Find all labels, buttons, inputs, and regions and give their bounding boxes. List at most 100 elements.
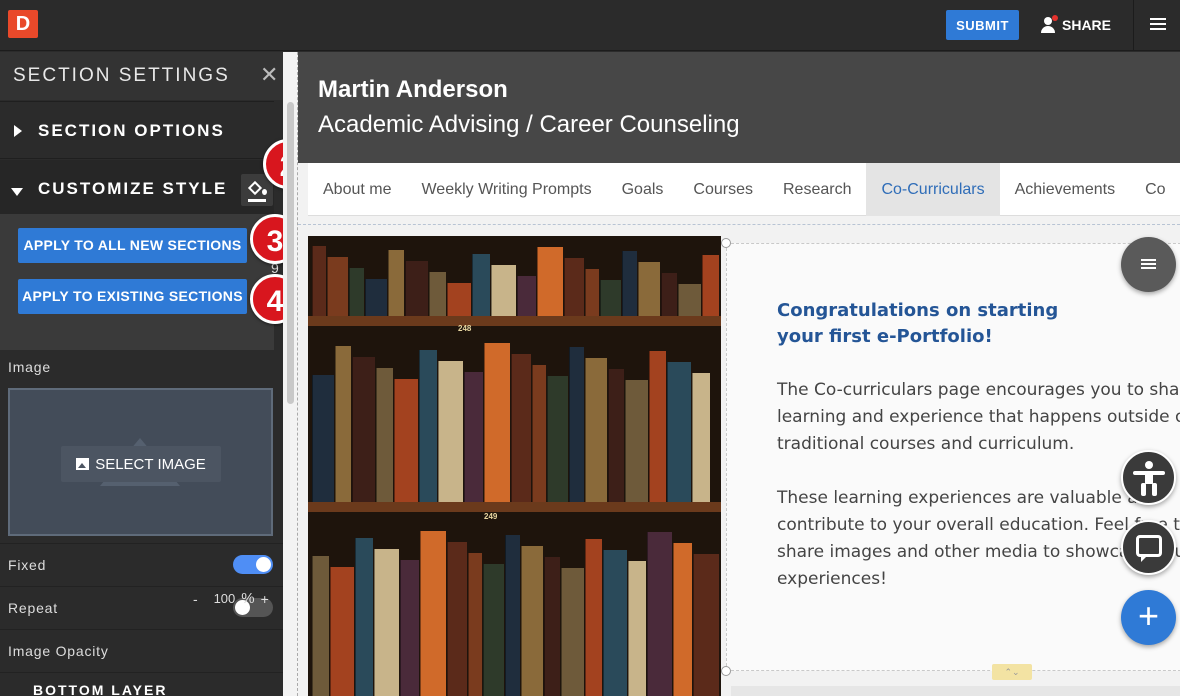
book-spine	[547, 376, 568, 502]
book-spine	[517, 276, 536, 316]
book-spine	[564, 258, 584, 316]
tab-weekly-writing-prompts[interactable]: Weekly Writing Prompts	[406, 163, 606, 216]
shelf	[308, 502, 721, 512]
book-spine	[352, 357, 375, 502]
book-spine	[647, 532, 672, 696]
opacity-unit: %	[241, 590, 255, 607]
book-spine	[667, 362, 691, 502]
book-spine	[673, 543, 692, 696]
panel-scrollbar[interactable]	[283, 52, 298, 696]
book-spine	[349, 268, 364, 316]
section-menu-button[interactable]	[1121, 237, 1176, 292]
book-spine	[355, 538, 373, 696]
book-spine	[312, 556, 329, 696]
intro-paragraph: The Co-curriculars page encourages you t…	[777, 380, 1180, 454]
image-label: Image	[8, 359, 51, 375]
portfolio-canvas: Martin Anderson Academic Advising / Care…	[298, 52, 1180, 696]
book-spine	[521, 546, 543, 696]
caret-down-icon	[11, 188, 23, 196]
image-icon	[76, 458, 90, 470]
bookshelf-photo[interactable]: 248 249	[308, 236, 721, 696]
book-spine	[491, 265, 516, 316]
details-paragraph: These learning experiences are valuable …	[777, 488, 1180, 589]
book-spine	[464, 372, 483, 502]
app-logo[interactable]: D	[8, 10, 38, 38]
book-spine	[374, 549, 399, 696]
next-section-edge	[731, 686, 1180, 696]
accessibility-button[interactable]	[1121, 450, 1176, 505]
book-spine	[394, 379, 418, 502]
share-button[interactable]: SHARE	[1040, 13, 1111, 37]
shelf-label-248: 248	[458, 324, 472, 333]
book-spine	[505, 535, 520, 696]
book-spine	[537, 247, 563, 316]
chat-bubble-icon	[1136, 535, 1162, 562]
scrollbar-thumb[interactable]	[287, 102, 294, 404]
book-spine	[376, 368, 393, 502]
book-spine	[649, 351, 666, 502]
section-options-toggle[interactable]: SECTION OPTIONS	[0, 101, 274, 159]
tab-goals[interactable]: Goals	[607, 163, 679, 216]
book-spine	[388, 250, 404, 316]
apply-to-all-new-sections-button[interactable]: APPLY TO ALL NEW SECTIONS	[18, 228, 247, 263]
book-spine	[330, 567, 354, 696]
section-options-label: SECTION OPTIONS	[38, 121, 225, 140]
resize-handle[interactable]	[721, 238, 731, 248]
apply-style-box: APPLY TO ALL NEW SECTIONS APPLY TO EXIST…	[0, 214, 274, 350]
resize-handle[interactable]	[721, 666, 731, 676]
book-spine	[561, 568, 584, 696]
tab-research[interactable]: Research	[768, 163, 866, 216]
share-label: SHARE	[1062, 17, 1112, 33]
opacity-decrease-button[interactable]: -	[193, 591, 198, 607]
book-spine	[327, 257, 348, 316]
book-spine	[365, 279, 387, 316]
chat-button[interactable]	[1121, 520, 1176, 575]
book-spine	[585, 358, 607, 502]
book-spine	[603, 550, 627, 696]
tab-co[interactable]: Co	[1130, 163, 1180, 216]
book-spine	[628, 561, 646, 696]
select-image-button[interactable]: SELECT IMAGE	[61, 446, 221, 482]
tab-about-me[interactable]: About me	[308, 163, 406, 216]
tab-co-curriculars[interactable]: Co-Curriculars	[866, 163, 1000, 216]
book-spine	[532, 365, 546, 502]
tab-courses[interactable]: Courses	[678, 163, 768, 216]
hamburger-menu-icon[interactable]	[1150, 18, 1166, 32]
section-drag-handle[interactable]: ⌃⌄	[992, 664, 1032, 680]
opacity-value[interactable]: 100	[214, 591, 236, 606]
book-spine	[472, 254, 490, 316]
customize-style-toggle[interactable]: CUSTOMIZE STYLE	[0, 160, 274, 214]
customize-style-label: CUSTOMIZE STYLE	[38, 179, 228, 198]
book-spine	[420, 531, 446, 696]
repeat-label: Repeat	[8, 600, 58, 616]
book-spine	[483, 564, 504, 696]
book-spine	[312, 375, 334, 502]
book-spine	[429, 272, 446, 316]
book-spine	[447, 283, 471, 316]
book-spine	[693, 554, 719, 696]
apply-to-existing-sections-button[interactable]: APPLY TO EXISTING SECTIONS	[18, 279, 247, 314]
welcome-heading: Congratulations on starting your first e…	[777, 300, 1059, 347]
add-section-button[interactable]: +	[1121, 590, 1176, 645]
book-spine	[335, 346, 351, 502]
shelf-label-249: 249	[484, 512, 498, 521]
book-spine	[447, 542, 467, 696]
panel-title: SECTION SETTINGS	[13, 65, 230, 86]
row-divider	[0, 672, 283, 673]
close-icon[interactable]: ✕	[260, 64, 278, 86]
row-divider	[0, 629, 283, 630]
section-settings-panel: SECTION SETTINGS ✕ SECTION OPTIONS CUSTO…	[0, 52, 283, 696]
caret-right-icon	[14, 125, 22, 137]
book-spine	[622, 251, 637, 316]
opacity-increase-button[interactable]: +	[261, 591, 269, 607]
image-dropzone[interactable]: SELECT IMAGE	[8, 388, 273, 536]
fixed-toggle[interactable]	[233, 555, 273, 574]
text-block[interactable]: Congratulations on starting your first e…	[721, 238, 1180, 676]
book-spine	[678, 284, 701, 316]
tab-achievements[interactable]: Achievements	[1000, 163, 1131, 216]
book-spine	[312, 246, 326, 316]
book-spine	[438, 361, 463, 502]
owner-name: Martin Anderson	[318, 76, 508, 103]
book-spine	[585, 269, 599, 316]
submit-button[interactable]: SUBMIT	[946, 10, 1019, 40]
